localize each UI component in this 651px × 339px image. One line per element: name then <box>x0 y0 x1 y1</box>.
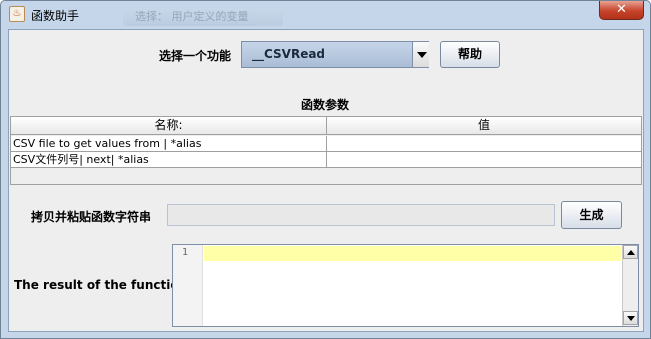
dialog-content: 选择一个功能 __CSVRead 帮助 函数参数 名称: 值 CSV file … <box>8 29 644 332</box>
background-window-tab: 选择： 用户定义的变量 <box>123 8 283 26</box>
title-bar[interactable]: ♨ 函数助手 选择： 用户定义的变量 ✕ <box>1 1 650 28</box>
function-dropdown[interactable]: __CSVRead <box>241 41 429 68</box>
current-line-highlight <box>204 246 621 261</box>
line-number-gutter: 1 <box>173 245 203 326</box>
param-name-cell[interactable]: CSV文件列号| next| *alias <box>11 152 327 167</box>
chevron-down-icon[interactable] <box>412 42 429 67</box>
line-number: 1 <box>181 247 188 258</box>
table-row[interactable]: CSV file to get values from | *alias <box>11 136 641 152</box>
scroll-up-arrow-icon[interactable] <box>623 245 638 259</box>
table-header: 名称: 值 <box>11 117 641 135</box>
column-header-value[interactable]: 值 <box>327 117 641 134</box>
vertical-scrollbar[interactable] <box>622 245 638 326</box>
param-name-cell[interactable]: CSV file to get values from | *alias <box>11 136 327 151</box>
help-button[interactable]: 帮助 <box>440 41 500 68</box>
select-function-label: 选择一个功能 <box>159 49 232 63</box>
function-dropdown-value: __CSVRead <box>252 47 326 61</box>
function-string-field[interactable] <box>167 204 555 226</box>
column-header-name[interactable]: 名称: <box>11 117 327 134</box>
table-row[interactable]: CSV文件列号| next| *alias <box>11 152 641 168</box>
generate-button[interactable]: 生成 <box>561 201 622 229</box>
scroll-down-arrow-icon[interactable] <box>623 311 638 325</box>
window-title: 函数助手 <box>31 9 80 23</box>
param-value-cell[interactable] <box>327 136 641 151</box>
function-parameters-title: 函数参数 <box>301 98 350 112</box>
result-text-area[interactable]: 1 <box>172 244 639 327</box>
function-helper-window: ♨ 函数助手 选择： 用户定义的变量 ✕ 选择一个功能 __CSVRead 帮助… <box>0 0 651 339</box>
param-value-cell[interactable] <box>327 152 641 167</box>
close-button[interactable]: ✕ <box>599 1 644 20</box>
java-coffee-icon: ♨ <box>9 6 25 22</box>
copy-function-string-label: 拷贝并粘贴函数字符串 <box>31 210 152 224</box>
parameters-table: 名称: 值 CSV file to get values from | *ali… <box>10 116 642 185</box>
